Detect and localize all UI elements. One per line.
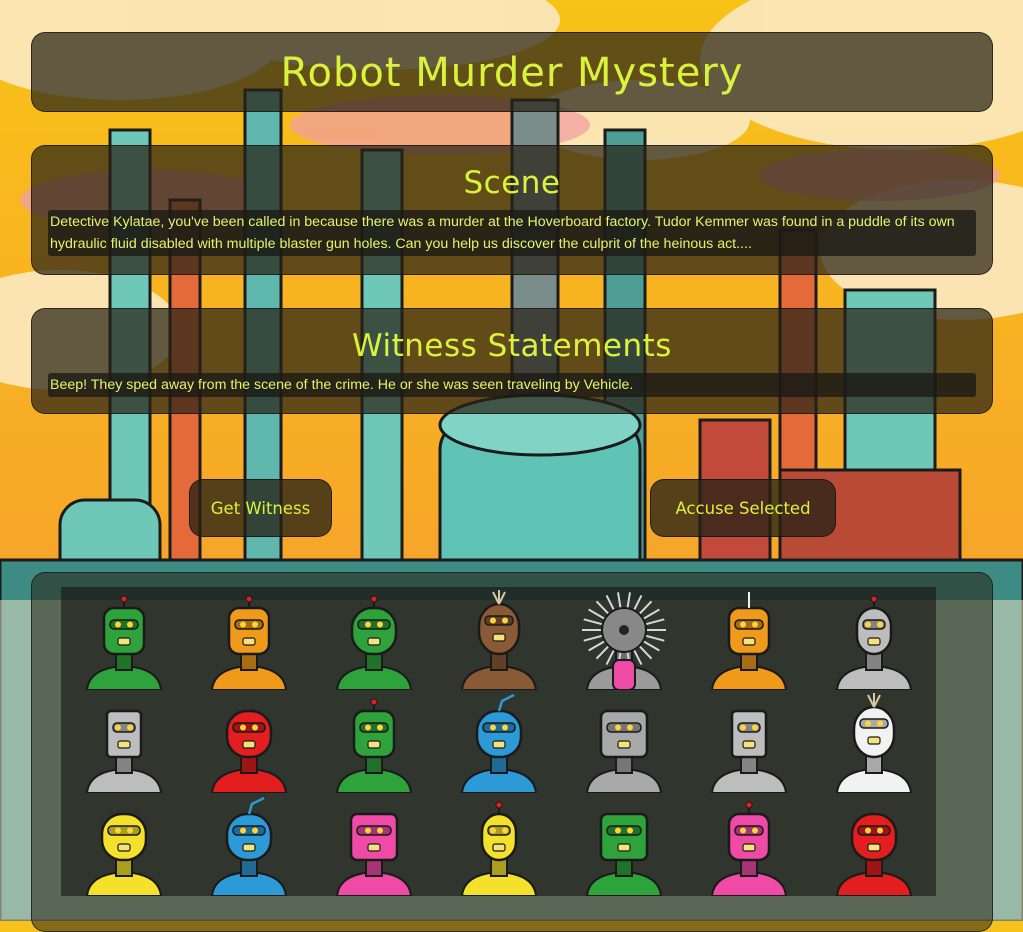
- robot-portrait: [835, 595, 912, 690]
- scene-panel: Scene Detective Kylatae, you've been cal…: [31, 145, 993, 275]
- robot-portrait: [460, 590, 537, 690]
- suspect-card[interactable]: [686, 793, 811, 896]
- suspect-card[interactable]: [186, 793, 311, 896]
- robot-portrait: [585, 709, 662, 793]
- robot-portrait: [710, 801, 787, 896]
- suspect-card[interactable]: [186, 587, 311, 690]
- robot-portrait: [210, 595, 287, 690]
- robot-portrait: [85, 812, 162, 896]
- robot-portrait: [335, 595, 412, 690]
- suspect-card[interactable]: [436, 793, 561, 896]
- suspect-card[interactable]: [311, 690, 436, 793]
- suspect-card[interactable]: [436, 587, 561, 690]
- suspect-card[interactable]: [811, 587, 936, 690]
- suspect-card[interactable]: [686, 690, 811, 793]
- robot-portrait: [835, 812, 912, 896]
- suspect-card[interactable]: [811, 793, 936, 896]
- suspect-card[interactable]: [311, 793, 436, 896]
- scene-heading: Scene: [463, 165, 561, 201]
- robot-portrait: [85, 709, 162, 793]
- accuse-selected-button[interactable]: Accuse Selected: [650, 479, 836, 537]
- suspect-card[interactable]: [561, 587, 686, 690]
- robot-portrait: [210, 796, 287, 896]
- witness-statement: Beep! They sped away from the scene of t…: [48, 373, 976, 397]
- robot-portrait: [710, 709, 787, 793]
- witness-heading: Witness Statements: [352, 328, 672, 364]
- suspect-card[interactable]: [61, 793, 186, 896]
- witness-panel: Witness Statements Beep! They sped away …: [31, 308, 993, 414]
- suspect-card[interactable]: [61, 690, 186, 793]
- suspect-grid: [61, 587, 937, 896]
- robot-portrait: [835, 693, 912, 793]
- suspect-card[interactable]: [811, 690, 936, 793]
- robot-portrait: [210, 709, 287, 793]
- get-witness-button[interactable]: Get Witness: [189, 479, 332, 537]
- robot-portrait: [460, 801, 537, 896]
- title-panel: Robot Murder Mystery: [31, 32, 993, 112]
- game-title: Robot Murder Mystery: [280, 50, 744, 96]
- robot-portrait: [581, 592, 666, 690]
- robot-portrait: [335, 812, 412, 896]
- robot-portrait: [710, 592, 787, 690]
- suspect-card[interactable]: [311, 587, 436, 690]
- robot-portrait: [85, 595, 162, 690]
- suspect-card[interactable]: [561, 690, 686, 793]
- suspect-card[interactable]: [186, 690, 311, 793]
- suspect-card[interactable]: [561, 793, 686, 896]
- robot-portrait: [335, 698, 412, 793]
- suspect-card[interactable]: [436, 690, 561, 793]
- robot-portrait: [585, 812, 662, 896]
- robot-portrait: [460, 693, 537, 793]
- scene-description: Detective Kylatae, you've been called in…: [48, 210, 976, 256]
- suspect-card[interactable]: [686, 587, 811, 690]
- suspect-card[interactable]: [61, 587, 186, 690]
